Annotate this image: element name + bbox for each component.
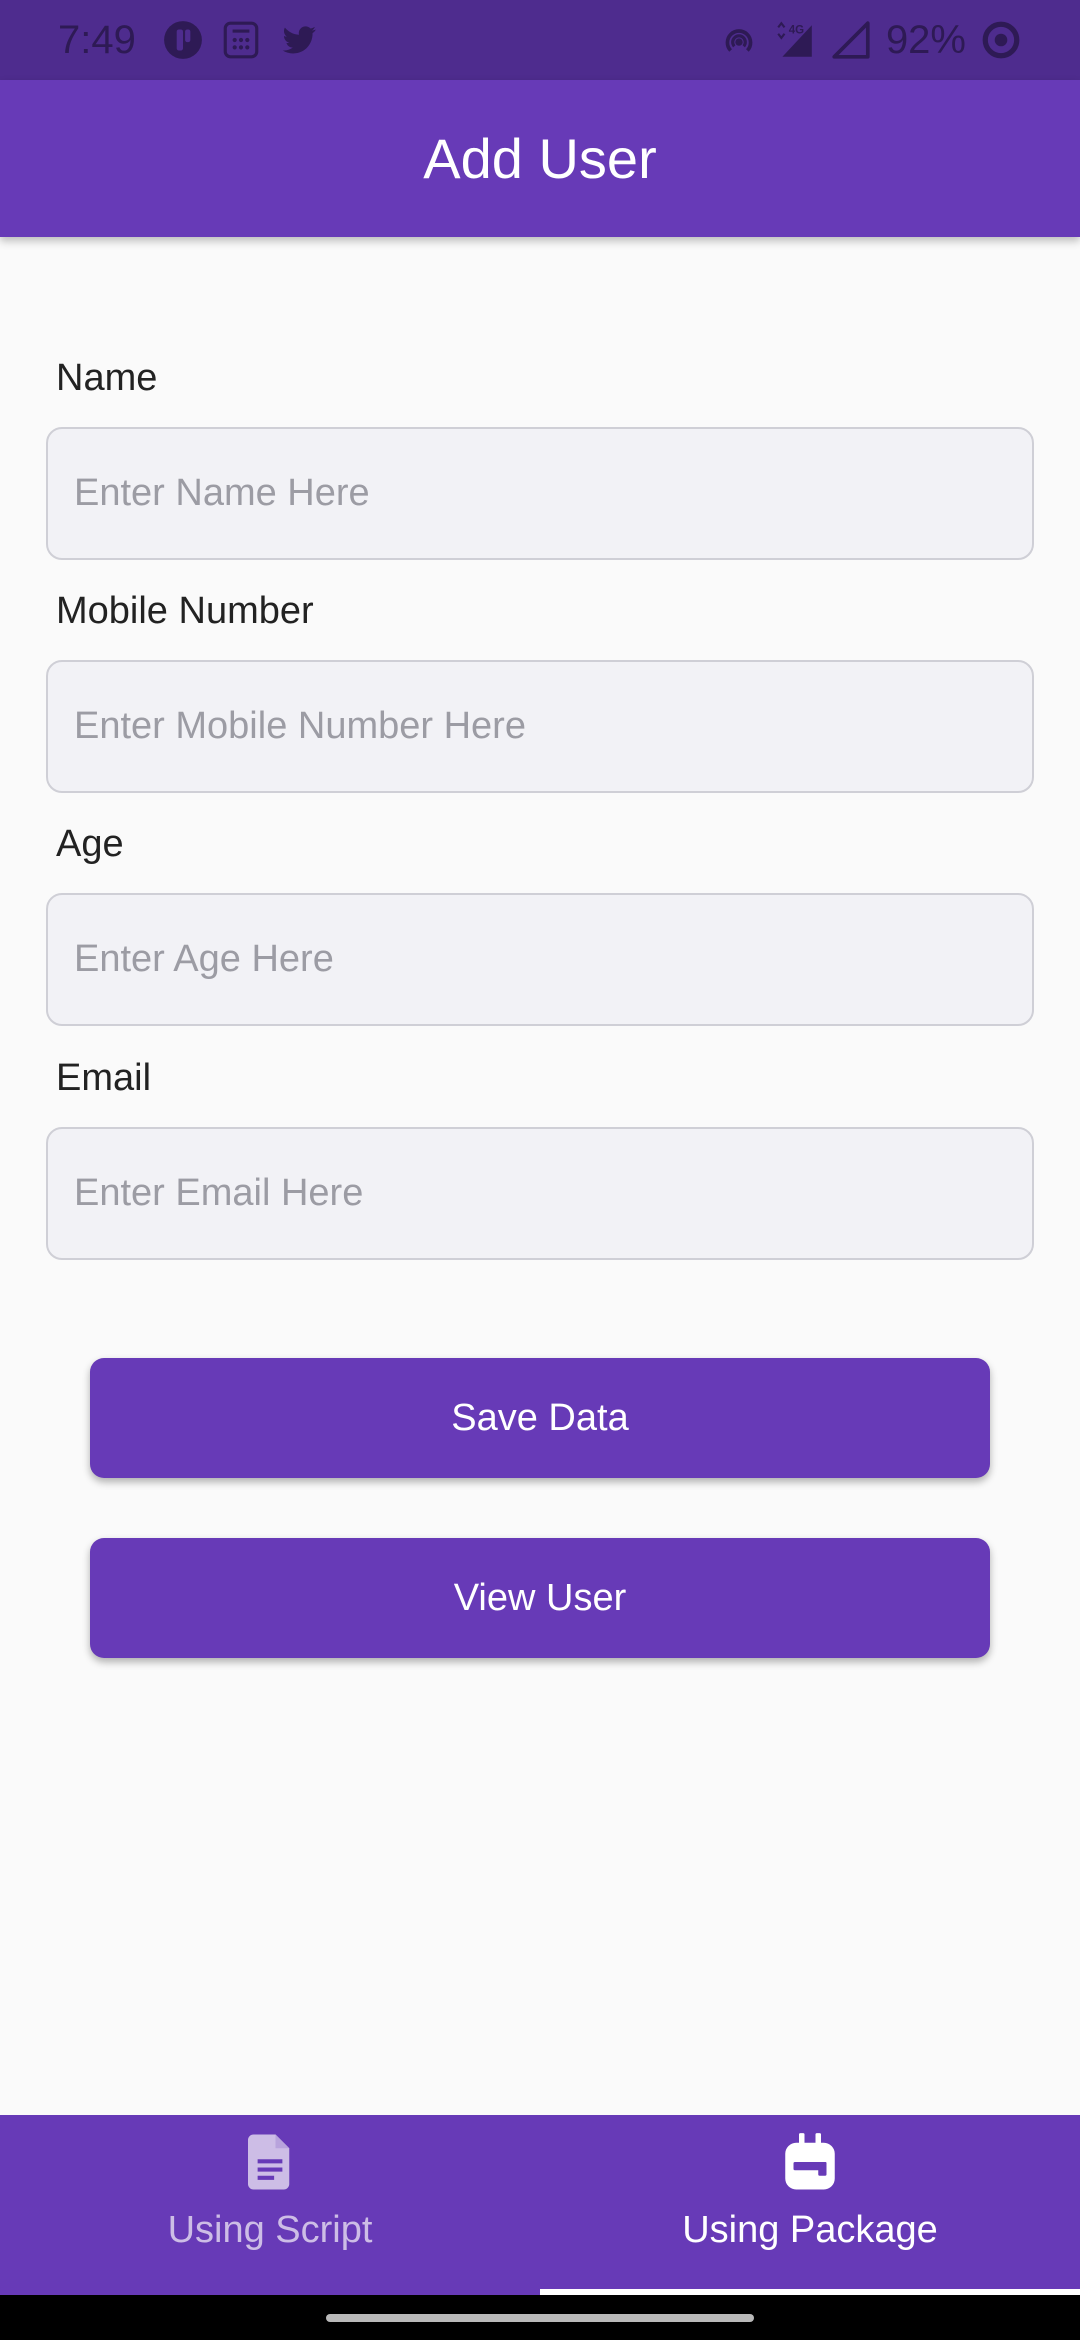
status-bar: 7:49 4G 92%: [0, 0, 1080, 80]
tab-using-script[interactable]: Using Script: [0, 2115, 540, 2295]
save-data-button[interactable]: Save Data: [90, 1358, 990, 1478]
tab-using-package[interactable]: Using Package: [540, 2115, 1080, 2295]
twitter-icon: [282, 26, 316, 54]
tab-label-using-package: Using Package: [682, 2209, 938, 2251]
page-title: Add User: [423, 127, 657, 190]
name-label: Name: [56, 357, 158, 399]
notification-app-icon: [163, 21, 202, 59]
add-user-screen: 7:49 4G 92% Add User Name Enter Name Her…: [0, 0, 1080, 2340]
battery-percent: 92%: [885, 17, 966, 62]
status-time: 7:49: [58, 17, 136, 62]
package-icon: [785, 2133, 835, 2190]
view-user-button[interactable]: View User: [90, 1538, 990, 1658]
home-gesture-handle[interactable]: [326, 2314, 754, 2322]
app-bar: Add User: [0, 80, 1080, 237]
name-field[interactable]: [46, 427, 1034, 560]
email-label: Email: [56, 1057, 152, 1099]
mobile-number-label: Mobile Number: [56, 590, 314, 632]
email-field[interactable]: [46, 1127, 1034, 1260]
battery-saver-icon: [982, 21, 1020, 59]
age-label: Age: [56, 823, 124, 865]
signal-4g-icon: 4G: [777, 21, 812, 57]
svg-text:4G: 4G: [789, 25, 804, 37]
hotspot-icon: [725, 29, 753, 52]
age-field[interactable]: [46, 893, 1034, 1026]
document-icon: [248, 2134, 290, 2190]
bottom-navigation: Using Script Using Package: [0, 2115, 1080, 2295]
system-navigation-bar: [0, 2295, 1080, 2340]
status-left-icons: [162, 19, 320, 61]
mobile-number-field[interactable]: [46, 660, 1034, 793]
tab-label-using-script: Using Script: [167, 2209, 373, 2251]
signal-icon: [832, 21, 870, 59]
calculator-icon: [223, 21, 259, 59]
status-right-icons: 4G 92%: [718, 18, 1022, 63]
